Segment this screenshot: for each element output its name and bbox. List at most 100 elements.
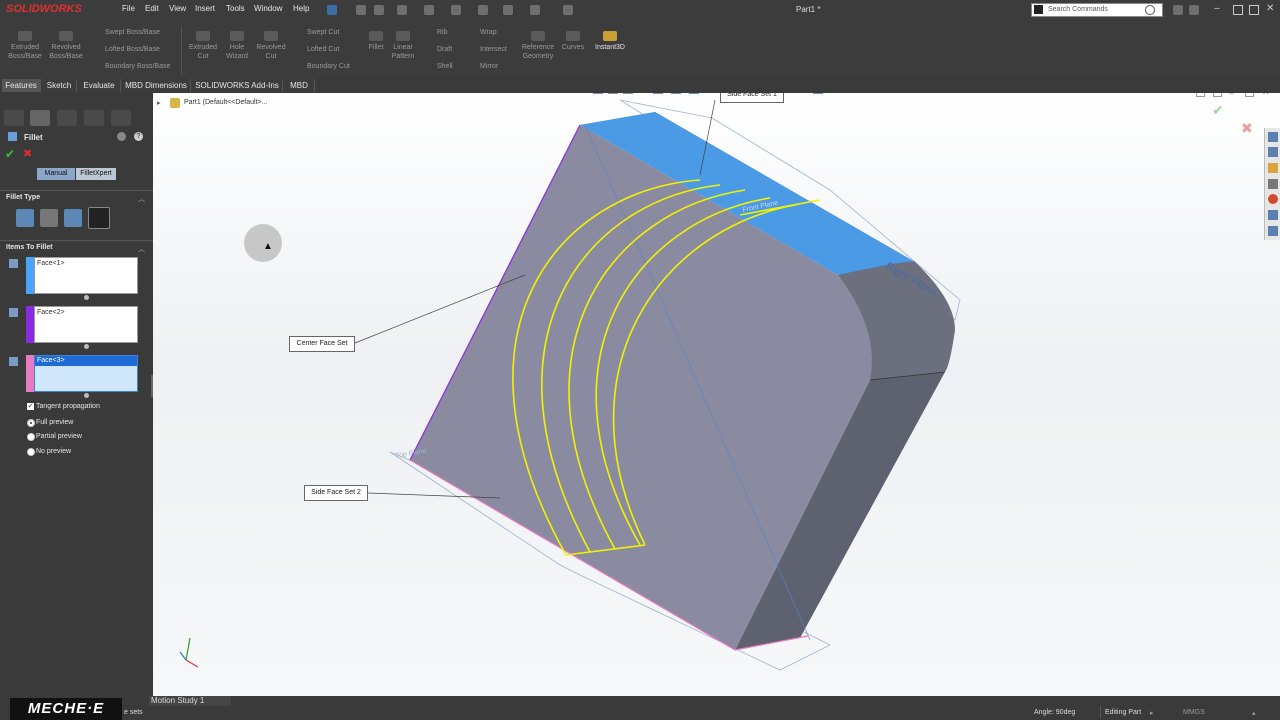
ok-checkmark-icon[interactable]: ✔ bbox=[5, 148, 15, 160]
boundary-cut-button[interactable]: Boundary Cut bbox=[307, 63, 350, 70]
zoom-area-icon[interactable] bbox=[608, 93, 618, 94]
viewport-maximize-icon[interactable] bbox=[1245, 93, 1254, 97]
tab-sketch[interactable]: Sketch bbox=[42, 79, 77, 92]
configuration-manager-tab-icon[interactable] bbox=[57, 110, 77, 126]
help-question-icon[interactable]: ? bbox=[134, 132, 143, 141]
lofted-cut-button[interactable]: Lofted Cut bbox=[307, 46, 339, 53]
wrap-button[interactable]: Wrap bbox=[480, 29, 497, 36]
manual-mode-button[interactable]: Manual bbox=[37, 168, 75, 180]
pin-icon[interactable] bbox=[327, 5, 337, 15]
hole-wizard-button[interactable]: Hole Wizard bbox=[219, 31, 255, 61]
revolved-boss-button[interactable]: Revolved Boss/Base bbox=[47, 31, 85, 61]
maximize-icon[interactable] bbox=[1249, 5, 1259, 15]
constant-size-fillet-icon[interactable] bbox=[16, 209, 34, 227]
swept-cut-button[interactable]: Swept Cut bbox=[307, 29, 339, 36]
display-manager-tab-icon[interactable] bbox=[111, 110, 131, 126]
revolved-cut-button[interactable]: Revolved Cut bbox=[253, 31, 289, 61]
menu-tools[interactable]: Tools bbox=[226, 4, 245, 18]
resize-handle[interactable] bbox=[84, 393, 89, 398]
restore-icon[interactable] bbox=[1233, 5, 1243, 15]
tab-evaluate[interactable]: Evaluate bbox=[78, 79, 121, 92]
filletxpert-mode-button[interactable]: FilletXpert bbox=[76, 168, 116, 180]
search-commands-input[interactable]: Search Commands bbox=[1031, 3, 1163, 17]
extruded-boss-button[interactable]: Extruded Boss/Base bbox=[6, 31, 44, 61]
collapse-fillet-type-icon[interactable]: ︿ bbox=[138, 194, 145, 204]
graphics-viewport[interactable]: Right Plane Front Plane Top Plane Side F… bbox=[153, 93, 1280, 696]
selected-face-item[interactable]: Face<3> bbox=[35, 356, 137, 366]
solidworks-logo[interactable]: SOLIDWORKS bbox=[6, 3, 102, 19]
model-canvas[interactable]: Right Plane Front Plane Top Plane bbox=[153, 93, 1280, 696]
menu-file[interactable]: File bbox=[122, 4, 135, 18]
center-face-set-callout[interactable]: Center Face Set bbox=[289, 336, 355, 352]
feature-manager-tab-icon[interactable] bbox=[4, 110, 24, 126]
help-icon[interactable] bbox=[1189, 5, 1199, 15]
shell-button[interactable]: Shell bbox=[437, 63, 453, 70]
feature-tree-root[interactable]: Part1 (Default<<Default>... bbox=[184, 99, 267, 106]
mirror-button[interactable]: Mirror bbox=[480, 63, 498, 70]
confirmation-cancel-icon[interactable]: ✖ bbox=[1241, 120, 1253, 137]
dimxpert-manager-tab-icon[interactable] bbox=[84, 110, 104, 126]
search-magnifier-icon[interactable] bbox=[1145, 5, 1155, 15]
tree-expand-arrow-icon[interactable]: ▸ bbox=[157, 99, 161, 107]
open-icon[interactable] bbox=[397, 5, 407, 15]
full-preview-radio[interactable] bbox=[27, 419, 35, 427]
custom-properties-icon[interactable] bbox=[1268, 210, 1278, 220]
tab-features[interactable]: Features bbox=[2, 79, 41, 92]
section-view-icon[interactable] bbox=[653, 93, 663, 94]
resize-handle[interactable] bbox=[84, 344, 89, 349]
tab-mbd[interactable]: MBD bbox=[284, 79, 315, 92]
design-library-icon[interactable] bbox=[1268, 147, 1278, 157]
face-fillet-icon[interactable] bbox=[64, 209, 82, 227]
resize-handle[interactable] bbox=[84, 295, 89, 300]
rebuild-status-icon[interactable]: ▸ bbox=[1150, 709, 1154, 717]
tangent-propagation-checkbox[interactable]: ✓ bbox=[27, 403, 34, 410]
minimize-icon[interactable]: – bbox=[1214, 4, 1224, 14]
new-document-icon[interactable] bbox=[374, 5, 384, 15]
side-face-set-2-callout[interactable]: Side Face Set 2 bbox=[304, 485, 368, 501]
appearances-icon[interactable] bbox=[1268, 194, 1278, 204]
select-icon[interactable] bbox=[503, 5, 513, 15]
viewport-close-icon[interactable]: ✕ bbox=[1262, 93, 1270, 98]
print-icon[interactable] bbox=[451, 5, 461, 15]
user-icon[interactable] bbox=[1173, 5, 1183, 15]
viewport-minimize-icon[interactable]: – bbox=[1229, 93, 1234, 98]
collapse-items-icon[interactable]: ︿ bbox=[138, 244, 145, 254]
lofted-boss-button[interactable]: Lofted Boss/Base bbox=[105, 46, 160, 53]
home-icon[interactable] bbox=[356, 5, 366, 15]
boundary-boss-button[interactable]: Boundary Boss/Base bbox=[105, 63, 170, 70]
display-style-icon[interactable] bbox=[689, 93, 699, 94]
viewport-restore-icon[interactable] bbox=[1213, 93, 1222, 97]
view-palette-icon[interactable] bbox=[1268, 179, 1278, 189]
menu-window[interactable]: Window bbox=[254, 4, 282, 18]
side-face-set-1-field[interactable]: Face<1> bbox=[34, 257, 138, 294]
center-face-set-field[interactable]: Face<2> bbox=[34, 306, 138, 343]
variable-size-fillet-icon[interactable] bbox=[40, 209, 58, 227]
swept-boss-button[interactable]: Swept Boss/Base bbox=[105, 29, 160, 36]
close-icon[interactable]: ✕ bbox=[1266, 3, 1276, 15]
linear-pattern-button[interactable]: Linear Pattern bbox=[388, 31, 418, 61]
file-explorer-icon[interactable] bbox=[1268, 163, 1278, 173]
no-preview-radio[interactable] bbox=[27, 448, 35, 456]
view-orientation-icon[interactable] bbox=[671, 93, 681, 94]
curves-button[interactable]: Curves bbox=[560, 31, 586, 52]
confirmation-ok-icon[interactable]: ✔ bbox=[1212, 102, 1224, 119]
view-settings-icon[interactable] bbox=[813, 93, 823, 94]
tab-mbd-dimensions[interactable]: MBD Dimensions bbox=[122, 79, 191, 92]
undo-icon[interactable] bbox=[478, 5, 488, 15]
solidworks-forum-icon[interactable] bbox=[1268, 226, 1278, 236]
options-gear-icon[interactable] bbox=[563, 5, 573, 15]
viewport-tile-icon[interactable] bbox=[1196, 93, 1205, 97]
previous-view-icon[interactable] bbox=[623, 93, 633, 94]
rib-button[interactable]: Rib bbox=[437, 29, 448, 36]
fillet-button[interactable]: Fillet bbox=[365, 31, 387, 52]
instant3d-button[interactable]: Instant3D bbox=[591, 31, 629, 52]
extruded-cut-button[interactable]: Extruded Cut bbox=[185, 31, 221, 61]
partial-preview-radio[interactable] bbox=[27, 433, 35, 441]
menu-help[interactable]: Help bbox=[293, 4, 309, 18]
menu-edit[interactable]: Edit bbox=[145, 4, 159, 18]
menu-insert[interactable]: Insert bbox=[195, 4, 215, 18]
rebuild-icon[interactable] bbox=[530, 5, 540, 15]
tab-motion-study-1[interactable]: Motion Study 1 bbox=[149, 696, 231, 706]
zoom-to-fit-icon[interactable] bbox=[593, 93, 603, 94]
solidworks-resources-icon[interactable] bbox=[1268, 132, 1278, 142]
